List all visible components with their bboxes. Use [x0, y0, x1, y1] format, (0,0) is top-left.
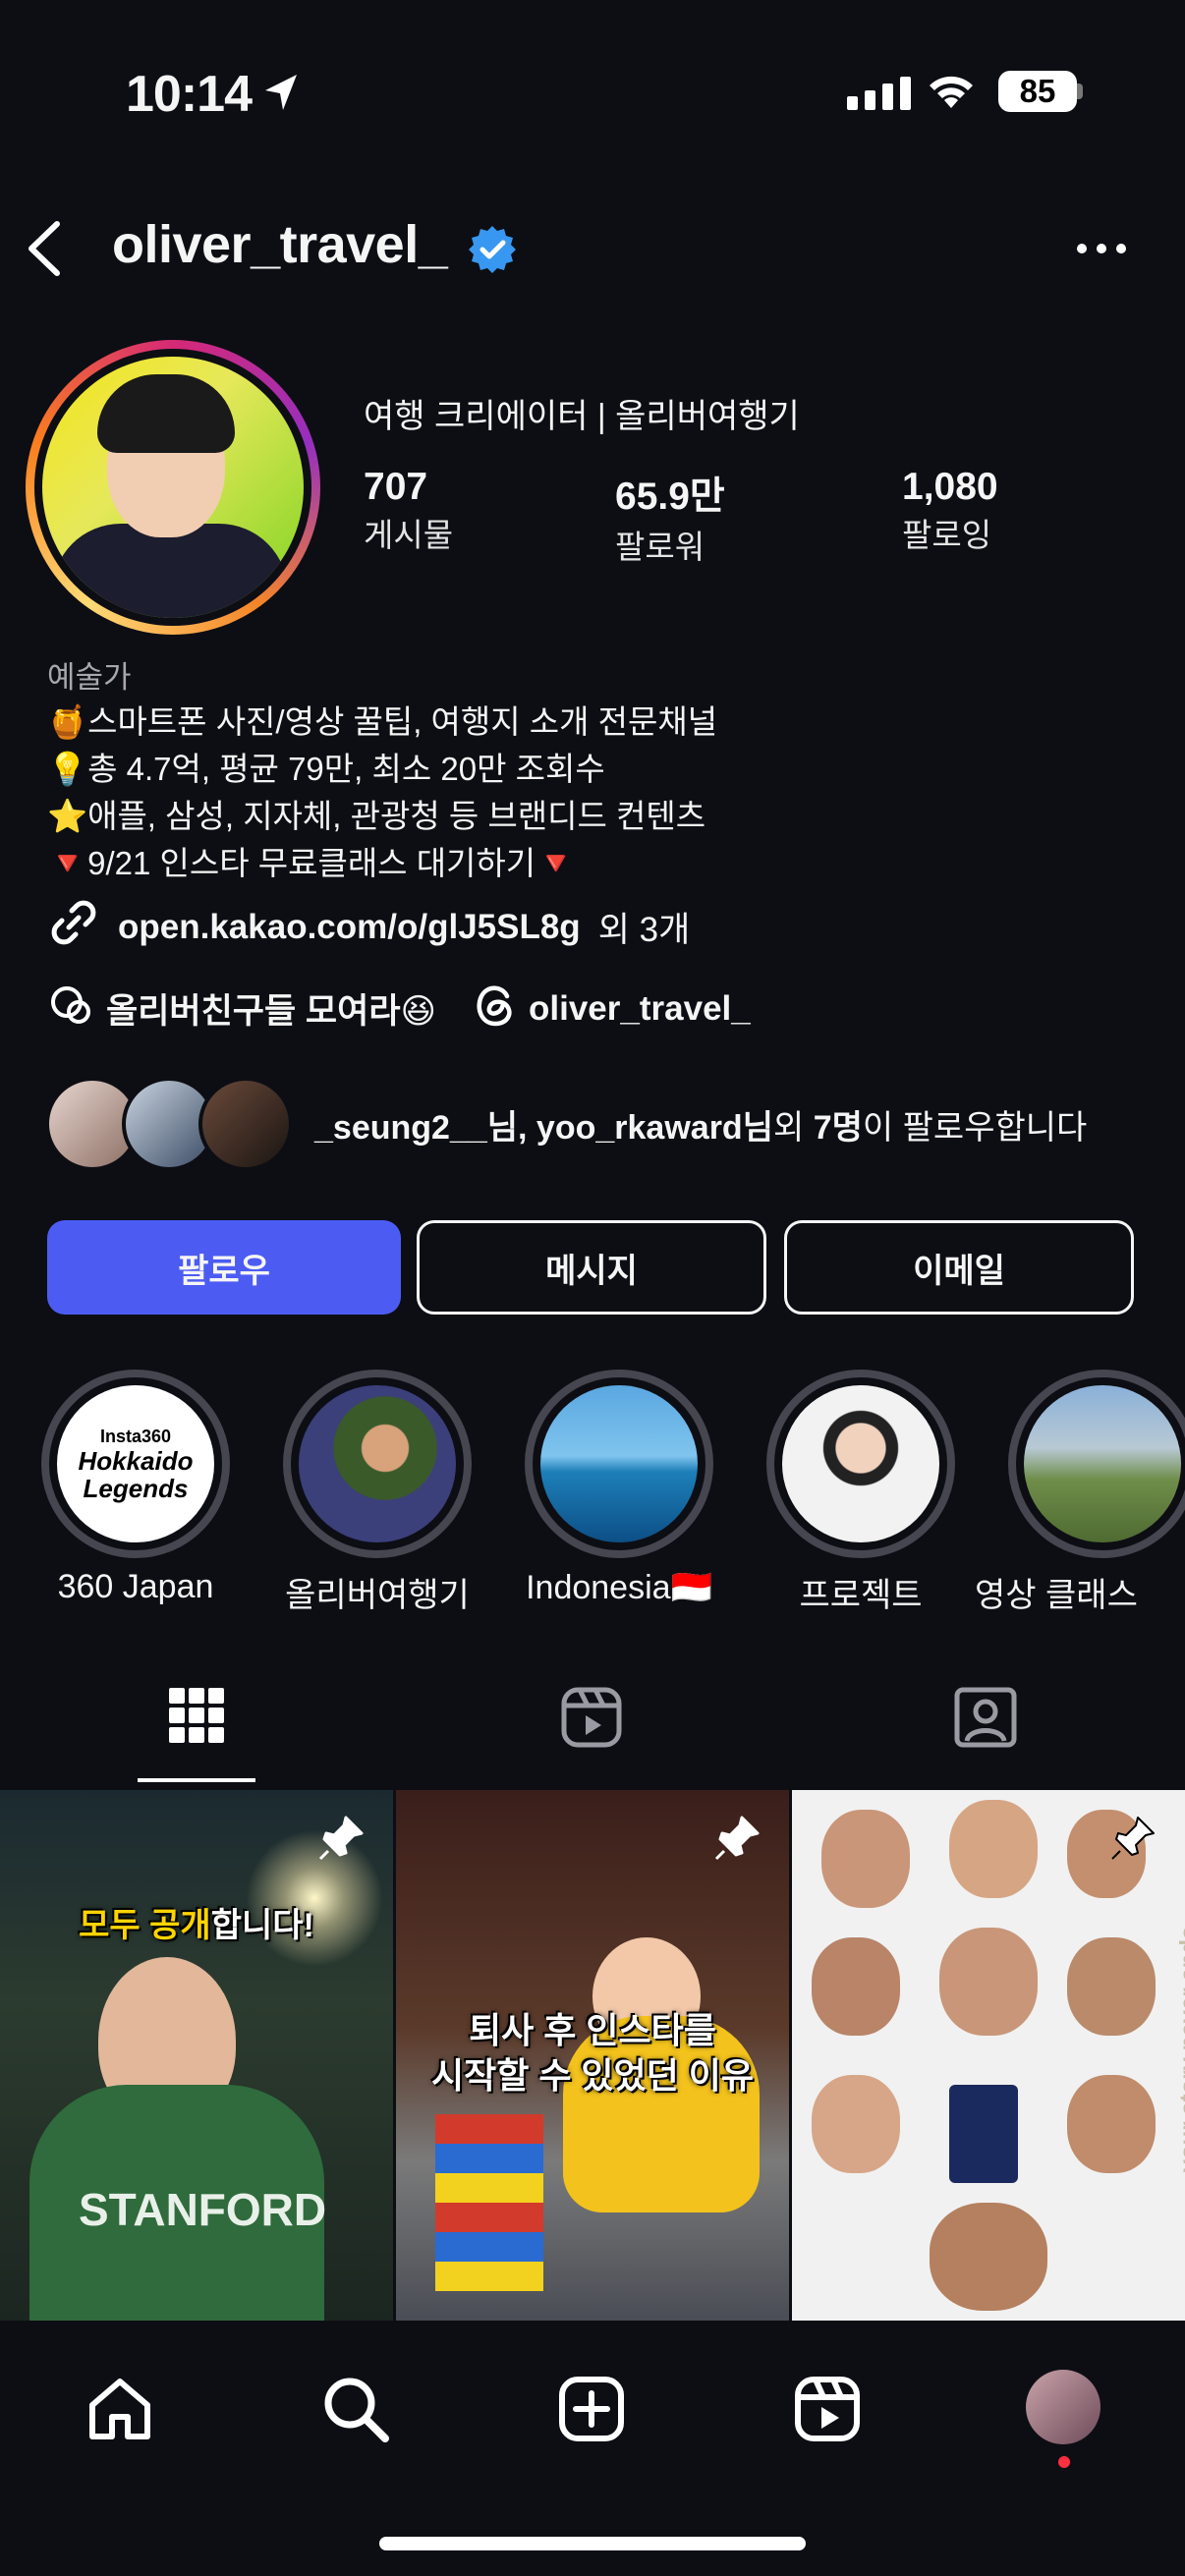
bio-line: 💡총 4.7억, 평균 79만, 최소 20만 조회수 [47, 751, 605, 787]
stat-followers-label: 팔로워 [615, 529, 705, 565]
pinned-icon [1108, 1814, 1157, 1868]
highlight-label: 360 Japan [57, 1568, 214, 1605]
tab-grid[interactable] [167, 1686, 226, 1750]
highlight-label: 영상 클래스 [975, 1577, 1138, 1614]
mutual-followers[interactable]: _seung2__님, yoo_rkaward님외 7명이 팔로우합니다 [45, 1077, 1087, 1171]
community-link[interactable]: 올리버친구들 모여라😆 [106, 983, 436, 1034]
post-side-text: your story never ends [1175, 1926, 1185, 2173]
profile-avatar[interactable] [26, 340, 320, 635]
reels-nav-icon[interactable] [792, 2374, 863, 2449]
link-more-count[interactable]: 외 3개 [598, 902, 691, 952]
stat-following-label: 팔로잉 [902, 517, 992, 553]
location-arrow-icon [263, 73, 299, 117]
tagged-icon [954, 1687, 1017, 1748]
reels-icon [561, 1687, 622, 1748]
stat-posts[interactable]: 707 게시물 [364, 466, 453, 556]
link-icon [47, 896, 100, 958]
stat-posts-label: 게시물 [364, 517, 454, 553]
post-tile[interactable]: your story never ends [792, 1790, 1185, 2321]
profile-username: oliver_travel_ [112, 215, 448, 274]
post-tile[interactable]: 퇴사 후 인스타를 시작할 수 있었던 이유 [396, 1790, 789, 2321]
stat-posts-value: 707 [364, 466, 428, 508]
post-shirt-text: STANFORD [79, 2184, 327, 2235]
threads-link[interactable]: oliver_travel_ [529, 989, 751, 1029]
highlight-label: 프로젝트 [799, 1577, 923, 1614]
highlight-360-japan[interactable]: Insta360 Hokkaido Legends [41, 1370, 230, 1558]
back-icon[interactable] [22, 218, 67, 284]
bio-line: 🔻9/21 인스타 무료클래스 대기하기🔻 [47, 845, 577, 881]
wifi-icon [926, 71, 977, 115]
tab-tagged[interactable] [953, 1686, 1018, 1754]
link-url[interactable]: open.kakao.com/o/glJ5SL8g [118, 908, 581, 947]
highlight-oliver[interactable] [283, 1370, 472, 1558]
bio-line: ⭐애플, 삼성, 지자체, 관광청 등 브랜디드 컨텐츠 [47, 798, 706, 834]
profile-display-name: 여행 크리에이터 | 올리버여행기 [364, 398, 800, 435]
tab-reels[interactable] [560, 1686, 623, 1754]
search-icon[interactable] [320, 2374, 391, 2449]
email-button[interactable]: 이메일 [784, 1220, 1134, 1315]
cellular-signal-icon [847, 77, 911, 110]
mutual-avatars [45, 1077, 293, 1171]
notification-dot [1058, 2456, 1070, 2468]
stat-following[interactable]: 1,080 팔로잉 [902, 466, 998, 556]
threads-icon [474, 980, 517, 1036]
highlight-cover-title: Hokkaido Legends [78, 1445, 194, 1503]
active-tab-indicator [138, 1778, 255, 1782]
highlight-cover-brand: Insta360 [99, 1426, 172, 1446]
community-icon [47, 980, 94, 1036]
mutual-followers-text: _seung2__님, yoo_rkaward님외 7명이 팔로우합니다 [314, 1108, 1088, 1147]
highlight-video-class[interactable] [1008, 1370, 1185, 1558]
follow-button[interactable]: 팔로우 [47, 1220, 401, 1315]
highlight-label: 올리버여행기 [285, 1577, 470, 1614]
battery-tip [1077, 84, 1083, 99]
message-button[interactable]: 메시지 [417, 1220, 766, 1315]
social-links: 올리버친구들 모여라😆 oliver_travel_ [47, 980, 751, 1036]
verified-badge-icon [468, 224, 517, 278]
pinned-icon [712, 1814, 762, 1868]
profile-category: 예술가 [47, 660, 132, 695]
highlight-project[interactable] [766, 1370, 955, 1558]
post-caption: 퇴사 후 인스타를 시작할 수 있었던 이유 [430, 2010, 755, 2096]
profile-link[interactable]: open.kakao.com/o/glJ5SL8g 외 3개 [47, 896, 690, 958]
battery-indicator: 85 [998, 71, 1077, 112]
pinned-icon [316, 1814, 366, 1868]
more-options-icon[interactable] [1077, 244, 1126, 253]
post-tile[interactable]: STANFORD 모두 공개합니다! [0, 1790, 393, 2321]
stat-followers-value: 65.9만 [615, 476, 725, 518]
stat-followers[interactable]: 65.9만 팔로워 [615, 466, 725, 568]
highlight-indonesia[interactable] [525, 1370, 713, 1558]
bio-line: 🍯스마트폰 사진/영상 꿀팁, 여행지 소개 전문채널 [47, 703, 718, 740]
post-caption: 모두 공개합니다! [79, 1907, 314, 1944]
status-time: 10:14 [126, 66, 253, 123]
profile-nav-avatar[interactable] [1026, 2370, 1100, 2444]
home-icon[interactable] [85, 2374, 155, 2449]
create-post-icon[interactable] [556, 2374, 627, 2449]
grid-icon [169, 1688, 224, 1743]
highlight-label: Indonesia🇮🇩 [526, 1569, 712, 1606]
stat-following-value: 1,080 [902, 466, 998, 508]
home-indicator [379, 2537, 806, 2550]
